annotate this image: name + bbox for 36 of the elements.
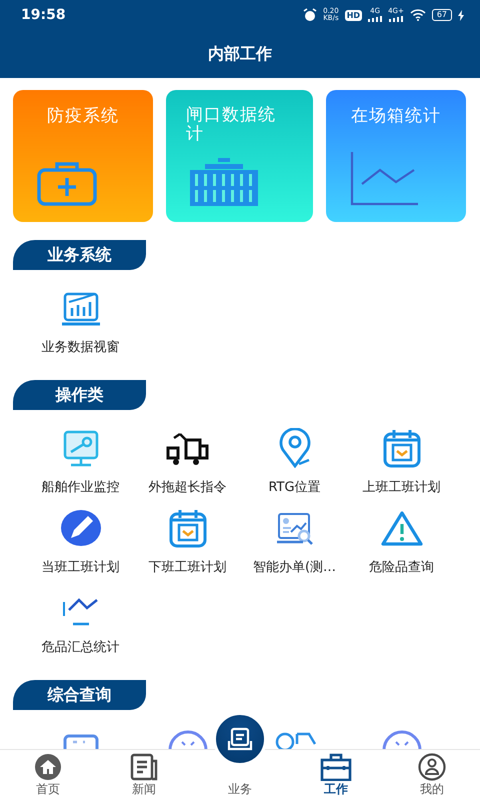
battery-level: 67 bbox=[432, 9, 452, 21]
container-icon bbox=[190, 158, 258, 206]
page-title: 内部工作 bbox=[208, 44, 272, 64]
menu-item-label[interactable]: 危品汇总统计 bbox=[42, 638, 120, 656]
briefcase-icon bbox=[320, 753, 352, 781]
menu-item-label[interactable]: RTG位置 bbox=[268, 478, 321, 496]
line-chart-icon bbox=[350, 152, 420, 206]
document-tray-icon bbox=[227, 727, 253, 751]
menu-item-label[interactable]: 危险品查询 bbox=[369, 558, 434, 576]
wifi-icon bbox=[410, 9, 426, 21]
section-header: 操作类 bbox=[13, 380, 146, 410]
menu-item-label[interactable]: 外拖超长指令 bbox=[148, 478, 226, 496]
nav-tab[interactable]: 首页 bbox=[0, 750, 96, 800]
charging-icon bbox=[458, 10, 464, 20]
menu-item-label[interactable]: 业务数据视窗 bbox=[42, 338, 120, 356]
pencil-icon bbox=[58, 508, 102, 548]
nav-tab[interactable]: 我的 bbox=[384, 750, 480, 800]
section-header: 业务系统 bbox=[13, 240, 146, 270]
clock-time: 19:58 bbox=[21, 7, 66, 23]
menu-item-label[interactable]: 船舶作业监控 bbox=[42, 478, 120, 496]
hd-badge: HD bbox=[344, 10, 362, 20]
home-icon bbox=[34, 753, 62, 781]
newspaper-icon bbox=[130, 753, 158, 781]
section-header: 综合查询 bbox=[13, 680, 146, 710]
alarm-clock-icon bbox=[303, 8, 318, 22]
user-icon bbox=[418, 753, 446, 781]
signal-icon bbox=[388, 16, 403, 22]
nav-tab[interactable]: 业务 bbox=[192, 750, 288, 800]
nav-tab[interactable]: 工作 bbox=[288, 750, 384, 800]
menu-item-label[interactable]: 下班工班计划 bbox=[148, 558, 226, 576]
nav-tab[interactable]: 新闻 bbox=[96, 750, 192, 800]
menu-item-label[interactable]: 当班工班计划 bbox=[42, 558, 120, 576]
menu-item-label[interactable]: 智能办单(测… bbox=[252, 558, 336, 576]
medical-kit-icon bbox=[37, 160, 97, 206]
menu-item-label[interactable]: 上班工班计划 bbox=[362, 478, 440, 496]
signal-icon bbox=[368, 16, 382, 22]
